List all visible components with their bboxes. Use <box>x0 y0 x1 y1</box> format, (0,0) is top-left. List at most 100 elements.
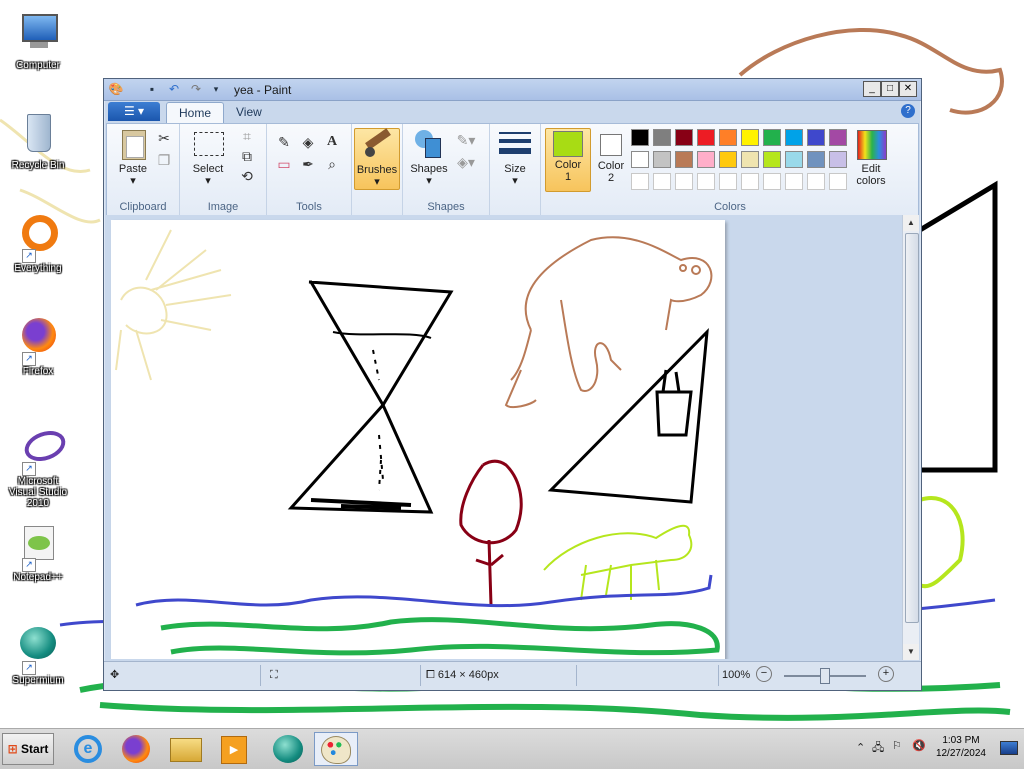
show-hidden-icons-icon[interactable]: ⌃ <box>856 741 865 754</box>
taskbar-supermium[interactable] <box>266 732 310 766</box>
taskbar-file-explorer[interactable] <box>164 732 208 766</box>
palette-swatch[interactable] <box>697 151 715 168</box>
palette-swatch[interactable] <box>675 129 693 146</box>
action-center-flag-icon[interactable]: ⚐ <box>892 739 902 752</box>
zoom-slider-thumb[interactable] <box>820 668 830 684</box>
tab-view[interactable]: View <box>224 102 274 122</box>
resize-icon[interactable]: ⧉ <box>236 146 258 166</box>
taskbar-paint[interactable] <box>314 732 358 766</box>
desktop-icon-supermium[interactable]: ↗ Supermium <box>4 625 72 686</box>
color2-button[interactable]: Color 2 <box>589 128 633 184</box>
size-button[interactable]: Size ▾ <box>493 128 537 187</box>
palette-swatch[interactable] <box>675 173 693 190</box>
palette-swatch[interactable] <box>785 151 803 168</box>
file-menu-button[interactable]: ☰ ▾ <box>108 102 160 121</box>
crop-icon[interactable]: ⌗ <box>236 126 258 146</box>
desktop-icon-recycle-bin[interactable]: Recycle Bin <box>4 110 72 171</box>
palette-swatch[interactable] <box>653 129 671 146</box>
palette-swatch[interactable] <box>719 173 737 190</box>
network-icon[interactable]: 🖧 <box>872 739 884 758</box>
select-button[interactable]: Select ▾ <box>186 128 230 187</box>
pencil-icon[interactable]: ✎ <box>273 132 295 152</box>
palette-swatch[interactable] <box>829 151 847 168</box>
copy-icon[interactable]: ❐ <box>153 150 175 170</box>
magnifier-icon[interactable]: ⌕ <box>321 154 343 174</box>
undo-icon[interactable]: ↶ <box>166 82 182 97</box>
palette-swatch[interactable] <box>807 151 825 168</box>
palette-swatch[interactable] <box>631 151 649 168</box>
palette-swatch[interactable] <box>697 129 715 146</box>
palette-swatch[interactable] <box>807 173 825 190</box>
palette-swatch[interactable] <box>741 151 759 168</box>
fill-icon[interactable]: ◈ <box>297 132 319 152</box>
palette-swatch[interactable] <box>697 173 715 190</box>
zoom-out-icon[interactable]: − <box>756 666 772 682</box>
ribbon-tabs: ☰ ▾ Home View ? <box>106 101 919 123</box>
palette-swatch[interactable] <box>741 173 759 190</box>
outline-icon[interactable]: ✎▾ <box>455 130 477 150</box>
shortcut-arrow-icon: ↗ <box>22 352 36 366</box>
drawing-canvas[interactable] <box>111 220 725 659</box>
palette-swatch[interactable] <box>719 129 737 146</box>
file-size-pane <box>578 665 719 686</box>
maximize-button[interactable]: □ <box>881 81 899 97</box>
start-button[interactable]: ⊞ Start <box>2 733 54 765</box>
text-icon[interactable]: A <box>321 132 343 152</box>
eraser-icon[interactable]: ▭ <box>273 154 295 174</box>
color1-button[interactable]: Color 1 <box>545 128 591 192</box>
shapes-button[interactable]: Shapes ▾ <box>407 128 451 187</box>
desktop-icon-visual-studio[interactable]: ↗ Microsoft Visual Studio 2010 <box>4 425 72 509</box>
palette-swatch[interactable] <box>631 129 649 146</box>
taskbar-internet-explorer[interactable]: e <box>66 732 110 766</box>
close-button[interactable]: ✕ <box>899 81 917 97</box>
redo-icon[interactable]: ↷ <box>188 82 204 97</box>
palette-swatch[interactable] <box>829 129 847 146</box>
palette-swatch[interactable] <box>741 129 759 146</box>
palette-swatch[interactable] <box>675 151 693 168</box>
taskbar-firefox[interactable] <box>114 732 158 766</box>
rotate-icon[interactable]: ⟲ <box>236 166 258 186</box>
palette-swatch[interactable] <box>653 173 671 190</box>
paint-app-icon[interactable]: 🎨 <box>108 82 124 97</box>
palette-swatch[interactable] <box>763 151 781 168</box>
paste-button[interactable]: Paste ▾ <box>111 128 155 187</box>
desktop-icon-everything[interactable]: ↗ Everything <box>4 213 72 274</box>
palette-swatch[interactable] <box>763 129 781 146</box>
desktop-icon-computer[interactable]: Computer <box>4 10 72 71</box>
palette-swatch[interactable] <box>763 173 781 190</box>
palette-swatch[interactable] <box>807 129 825 146</box>
scroll-down-icon[interactable]: ▼ <box>903 644 919 660</box>
brushes-button[interactable]: Brushes ▾ <box>354 128 400 190</box>
clock[interactable]: 1:03 PM 12/27/2024 <box>936 734 986 760</box>
supermium-icon: ↗ <box>14 625 62 675</box>
save-icon[interactable]: ▪ <box>144 82 160 97</box>
tab-home[interactable]: Home <box>166 102 225 123</box>
cut-icon[interactable]: ✂ <box>153 128 175 148</box>
brushes-group: Brushes ▾ <box>352 124 403 215</box>
minimize-button[interactable]: _ <box>863 81 881 97</box>
quick-access-dropdown-icon[interactable]: ▾ <box>208 82 224 97</box>
help-icon[interactable]: ? <box>901 104 915 118</box>
drawing-red-tree <box>459 459 523 606</box>
title-bar[interactable]: 🎨 ▪ ↶ ↷ ▾ yea - Paint _ □ ✕ <box>104 79 921 101</box>
color-picker-icon[interactable]: ✒ <box>297 154 319 174</box>
shape-fill-icon[interactable]: ◈▾ <box>455 152 477 172</box>
vertical-scrollbar[interactable]: ▲ ▼ <box>902 215 919 660</box>
palette-swatch[interactable] <box>829 173 847 190</box>
zoom-in-icon[interactable]: + <box>878 666 894 682</box>
desktop-icon-notepad-plus[interactable]: ↗ Notepad++ <box>4 522 72 583</box>
palette-swatch[interactable] <box>785 173 803 190</box>
palette-swatch[interactable] <box>785 129 803 146</box>
edit-colors-button[interactable]: Edit colors <box>849 128 893 187</box>
scroll-thumb[interactable] <box>905 233 919 623</box>
palette-swatch[interactable] <box>631 173 649 190</box>
firefox-icon <box>122 735 150 763</box>
scroll-up-icon[interactable]: ▲ <box>903 215 919 231</box>
palette-swatch[interactable] <box>653 151 671 168</box>
volume-muted-icon[interactable]: 🔇 <box>912 739 926 752</box>
show-desktop-button[interactable] <box>1000 741 1018 755</box>
desktop-icon-firefox[interactable]: ↗ Firefox <box>4 316 72 377</box>
palette-swatch[interactable] <box>719 151 737 168</box>
paint-window[interactable]: 🎨 ▪ ↶ ↷ ▾ yea - Paint _ □ ✕ ☰ ▾ Home Vie… <box>103 78 922 691</box>
taskbar-media-player[interactable]: ▶ <box>212 732 256 766</box>
